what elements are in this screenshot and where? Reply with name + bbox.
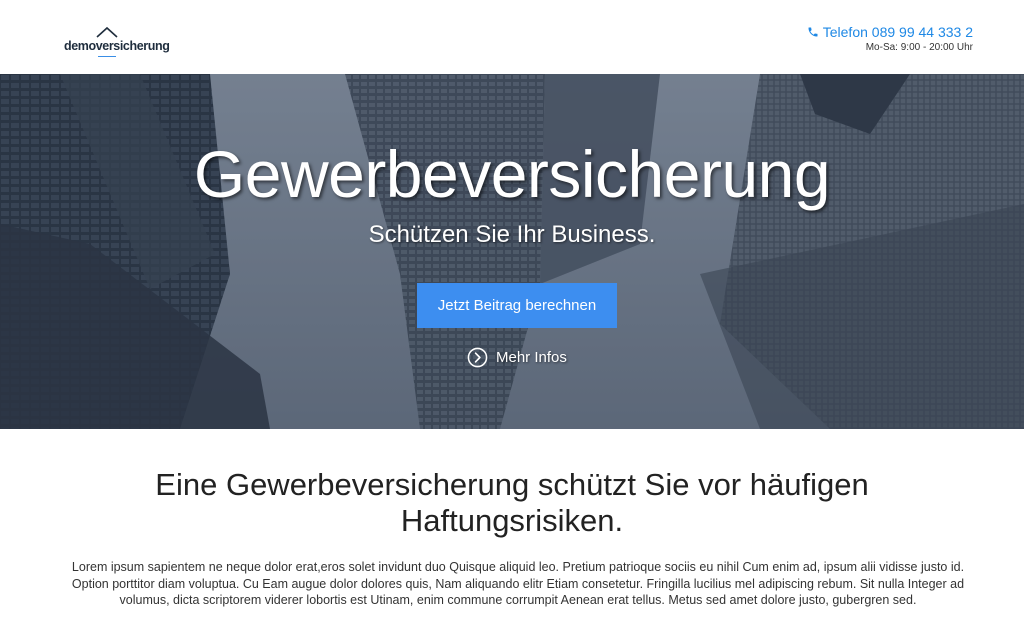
hero-title: Gewerbeversicherung — [193, 137, 831, 211]
hero-section: Gewerbeversicherung Schützen Sie Ihr Bus… — [0, 74, 1024, 429]
phone-icon — [808, 27, 818, 37]
house-roof-icon — [96, 26, 118, 38]
site-header: demoversicherung Telefon 089 99 44 333 2… — [0, 0, 1024, 74]
phone-link[interactable]: Telefon 089 99 44 333 2 — [807, 24, 973, 40]
contact-info: Telefon 089 99 44 333 2 Mo-Sa: 9:00 - 20… — [807, 24, 973, 55]
section-body-text: Lorem ipsum sapientem ne neque dolor era… — [71, 560, 965, 607]
intro-section: Eine Gewerbeversicherung schützt Sie vor… — [0, 429, 1024, 635]
logo[interactable]: demoversicherung — [64, 26, 170, 62]
section-heading: Eine Gewerbeversicherung schützt Sie vor… — [155, 467, 869, 538]
more-info-label: Mehr Infos — [496, 349, 567, 366]
hero-subtitle: Schützen Sie Ihr Business. — [368, 221, 656, 248]
more-info-link[interactable]: Mehr Infos — [467, 347, 567, 368]
opening-hours: Mo-Sa: 9:00 - 20:00 Uhr — [865, 42, 973, 53]
logo-accent-line — [98, 56, 116, 57]
phone-number: Telefon 089 99 44 333 2 — [822, 24, 973, 40]
chevron-circle-right-icon — [467, 347, 488, 368]
logo-text: demoversicherung — [64, 39, 170, 53]
calculate-premium-button[interactable]: Jetzt Beitrag berechnen — [417, 283, 617, 328]
hero-background-image — [0, 74, 1024, 429]
